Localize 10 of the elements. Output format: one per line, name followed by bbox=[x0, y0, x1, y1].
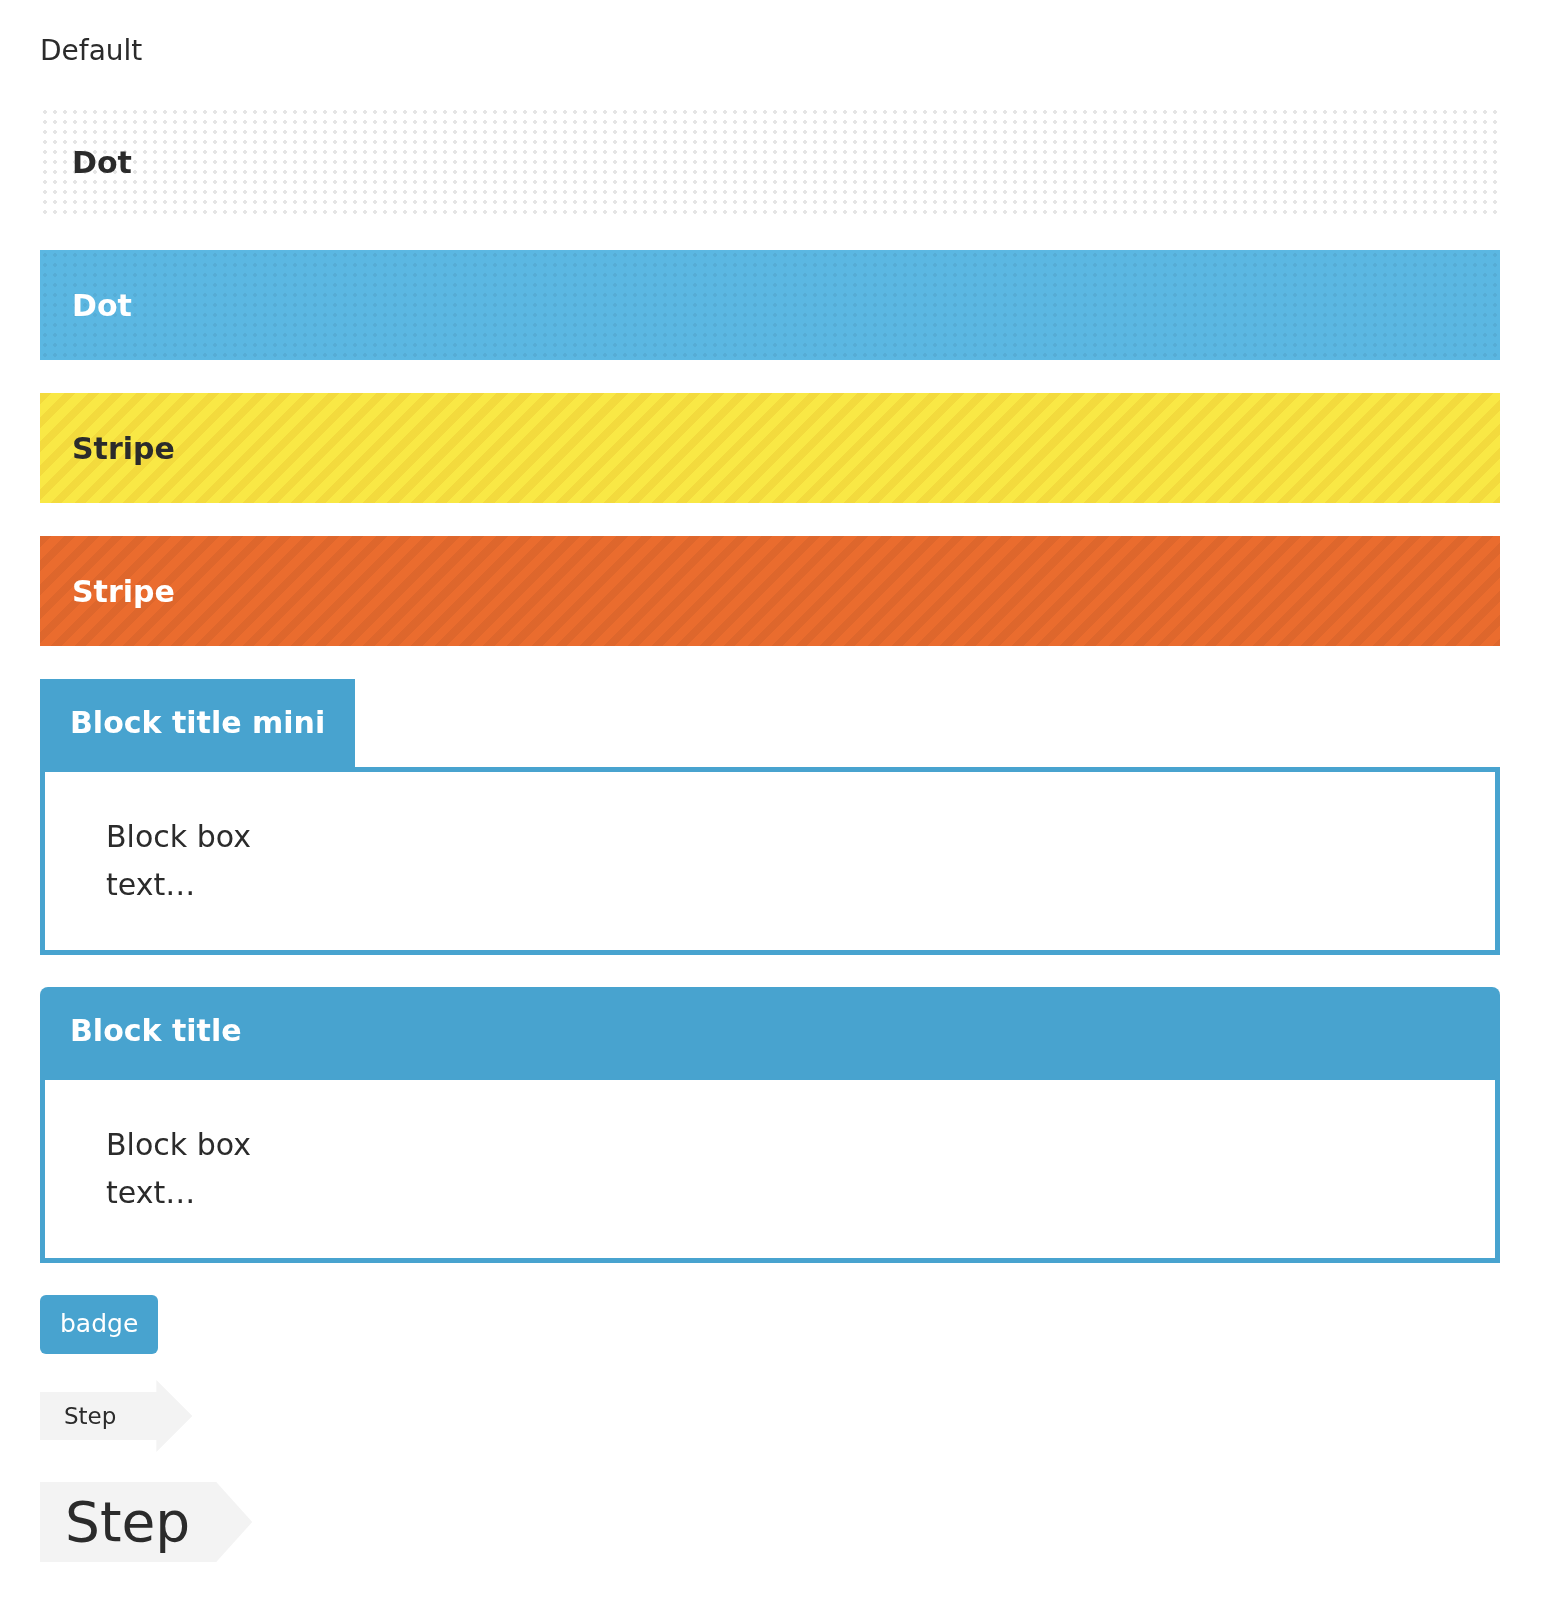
dot-banner: Dot bbox=[40, 107, 1500, 217]
badge: badge bbox=[40, 1295, 159, 1354]
stripe-banner: Stripe bbox=[40, 536, 1500, 646]
stripe-banner: Stripe bbox=[40, 393, 1500, 503]
block-title: Block title mini bbox=[40, 679, 356, 767]
section-heading: Default bbox=[40, 33, 143, 69]
block-text: Block box text… bbox=[106, 818, 252, 904]
block-title: Block title bbox=[40, 987, 1500, 1080]
block-text: Block box text… bbox=[106, 1126, 252, 1212]
dot-banner: Dot bbox=[40, 250, 1500, 360]
